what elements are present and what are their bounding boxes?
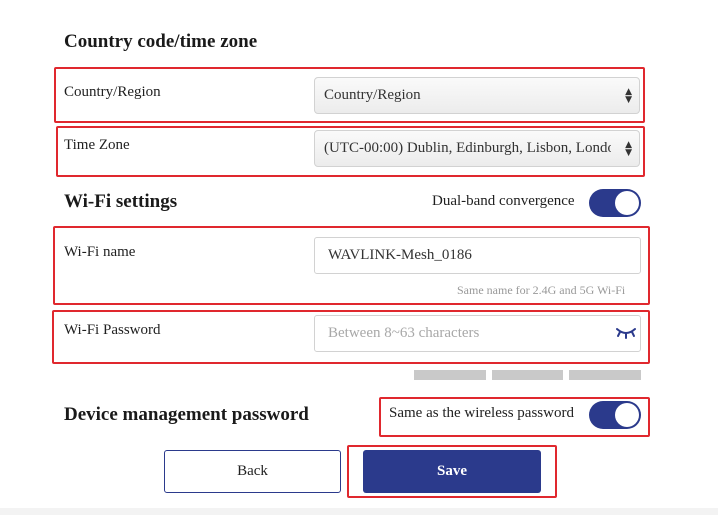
password-strength-bar-2 [492, 370, 563, 380]
password-strength-bar-1 [414, 370, 486, 380]
wifi-password-placeholder: Between 8~63 characters [328, 325, 480, 341]
wifi-name-input[interactable]: WAVLINK-Mesh_0186 [314, 237, 641, 274]
toggle-knob [615, 191, 639, 215]
bottom-bar [0, 508, 718, 515]
up-down-arrows-icon: ▲ ▼ [625, 139, 632, 158]
wifi-section-title: Wi-Fi settings [64, 191, 178, 212]
toggle-knob [615, 403, 639, 427]
same-password-label: Same as the wireless password [389, 405, 574, 421]
timezone-label: Time Zone [64, 137, 130, 153]
country-section-title: Country code/time zone [64, 31, 258, 52]
wifi-password-input[interactable]: Between 8~63 characters [314, 315, 641, 352]
dual-band-toggle[interactable] [589, 189, 641, 217]
wifi-name-label: Wi-Fi name [64, 244, 136, 260]
wifi-password-label: Wi-Fi Password [64, 322, 161, 338]
device-section-title: Device management password [64, 404, 309, 425]
password-strength-bar-3 [569, 370, 641, 380]
same-password-toggle[interactable] [589, 401, 641, 429]
country-label: Country/Region [64, 84, 161, 100]
back-button[interactable]: Back [164, 450, 341, 493]
timezone-select[interactable]: (UTC-00:00) Dublin, Edinburgh, Lisbon, L… [314, 130, 640, 167]
save-button[interactable]: Save [363, 450, 541, 493]
wifi-name-value: WAVLINK-Mesh_0186 [328, 247, 472, 263]
timezone-select-value: (UTC-00:00) Dublin, Edinburgh, Lisbon, L… [324, 140, 611, 156]
country-select[interactable]: Country/Region ▲ ▼ [314, 77, 640, 114]
dual-band-label: Dual-band convergence [432, 193, 575, 209]
eye-closed-icon[interactable] [615, 326, 637, 340]
country-select-value: Country/Region [324, 87, 421, 103]
wifi-name-hint: Same name for 2.4G and 5G Wi-Fi [457, 283, 626, 297]
up-down-arrows-icon: ▲ ▼ [625, 86, 632, 105]
